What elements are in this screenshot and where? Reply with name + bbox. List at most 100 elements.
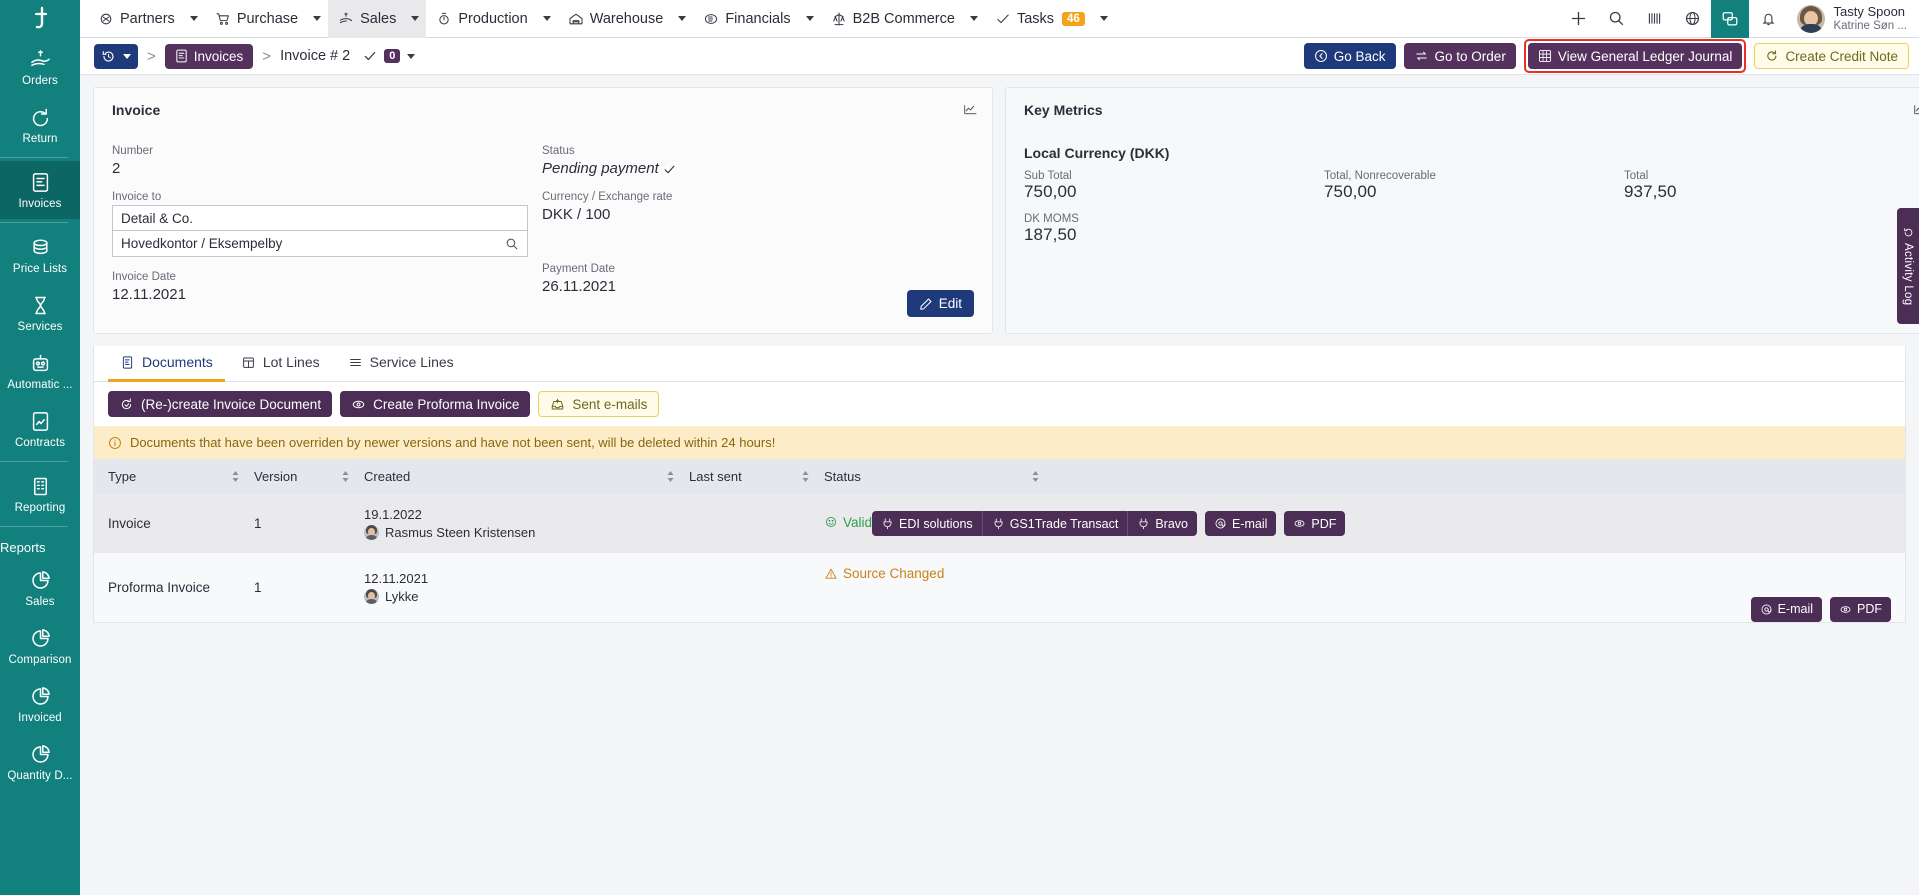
column-header-version[interactable]: Version [254, 459, 364, 494]
history-dropdown-button[interactable] [94, 43, 138, 69]
user-name: Tasty Spoon [1833, 3, 1906, 19]
table-row[interactable]: Proforma Invoice 1 12.11.2021 Lykke Sour… [94, 553, 1905, 622]
button-bravo[interactable]: Bravo [1128, 511, 1197, 536]
status-text: Valid [843, 514, 873, 530]
chart-icon[interactable] [1913, 102, 1919, 117]
avatar [364, 588, 379, 604]
globe-icon[interactable] [1673, 0, 1711, 38]
sort-icon[interactable] [341, 470, 350, 483]
menu-caret-partners[interactable] [183, 0, 205, 38]
sidebar-divider [0, 157, 68, 158]
integration-button-group: EDI solutions GS1Trade Transact Bravo [872, 511, 1197, 536]
button-sent-e-mails[interactable]: Sent e-mails [538, 391, 660, 417]
breadcrumb-item-invoices[interactable]: Invoices [164, 43, 254, 69]
button-e-mail[interactable]: E-mail [1750, 596, 1822, 622]
plug-icon [992, 517, 1005, 530]
button-pdf[interactable]: PDF [1284, 511, 1346, 536]
metric-label: Sub Total [1024, 170, 1072, 182]
invoice-to-address-field[interactable]: Hovedkontor / Eksempelby [112, 231, 528, 257]
create-credit-note-button[interactable]: Create Credit Note [1754, 43, 1909, 69]
row-action-buttons: EDI solutions GS1Trade Transact Bravo E-… [872, 511, 1359, 536]
invoice-to-company-value: Detail & Co. [121, 210, 194, 226]
menu-item-purchase[interactable]: Purchase [205, 0, 306, 38]
user-menu[interactable]: Tasty Spoon Katrine Søn ... [1787, 3, 1913, 33]
sidebar-item-sales[interactable]: Sales [0, 559, 80, 617]
sort-icon[interactable] [801, 470, 810, 483]
sort-icon[interactable] [231, 470, 240, 483]
go-back-button[interactable]: Go Back [1303, 43, 1396, 69]
column-header-status[interactable]: Status [824, 459, 1905, 494]
menu-caret-warehouse[interactable] [671, 0, 693, 38]
sort-icon[interactable] [666, 470, 675, 483]
sidebar-item-automatic[interactable]: Automatic ... [0, 342, 80, 400]
menu-item-financials[interactable]: Financials [693, 0, 798, 38]
breadcrumb-separator-1: > [147, 47, 156, 65]
tab-documents[interactable]: Documents [108, 346, 225, 382]
tab-label: Service Lines [369, 354, 454, 370]
chat-icon[interactable] [1711, 0, 1750, 38]
menu-item-production[interactable]: Production [426, 0, 535, 38]
sidebar-item-invoices[interactable]: Invoices [0, 161, 80, 219]
button-create-proforma-invoice[interactable]: Create Proforma Invoice [340, 391, 531, 417]
go-to-order-button[interactable]: Go to Order [1403, 43, 1516, 69]
menu-caret-purchase[interactable] [306, 0, 328, 38]
breadcrumb-label-invoices: Invoices [193, 48, 244, 64]
menu-caret-b2b-commerce[interactable] [963, 0, 985, 38]
sidebar-item-orders[interactable]: Orders [0, 38, 80, 96]
column-header-last-sent[interactable]: Last sent [689, 459, 824, 494]
breadcrumb-status-group[interactable]: 0 [363, 49, 416, 63]
search-icon[interactable] [505, 237, 519, 251]
plus-icon[interactable] [1559, 0, 1597, 38]
column-header-type[interactable]: Type [94, 459, 254, 494]
menu-item-partners[interactable]: Partners [88, 0, 183, 38]
menu-item-warehouse[interactable]: Warehouse [558, 0, 672, 38]
barcode-icon[interactable] [1635, 0, 1673, 38]
sidebar-item-reporting[interactable]: Reporting [0, 465, 80, 523]
table-row[interactable]: Invoice 1 19.1.2022 Rasmus Steen Kristen… [94, 494, 1905, 553]
edit-button[interactable]: Edit [906, 290, 974, 317]
created-user: Rasmus Steen Kristensen [364, 525, 689, 540]
button-edi-solutions[interactable]: EDI solutions [872, 511, 983, 536]
menu-item-b2b-commerce[interactable]: B2B Commerce [821, 0, 963, 38]
sort-icon[interactable] [1031, 470, 1040, 483]
recreate-icon [119, 397, 134, 412]
button-re-create-invoice-document[interactable]: (Re-)create Invoice Document [108, 391, 333, 417]
button-label: PDF [1857, 602, 1882, 616]
chart-icon[interactable] [963, 102, 978, 117]
button-gs1trade-transact[interactable]: GS1Trade Transact [982, 511, 1129, 536]
column-header-created[interactable]: Created [364, 459, 689, 494]
sidebar-item-quantity-d[interactable]: Quantity D... [0, 733, 80, 791]
currency-value: DKK / 100 [542, 206, 611, 223]
view-gl-journal-label: View General Ledger Journal [1557, 48, 1733, 64]
tab-action-buttons: (Re-)create Invoice Document Create Prof… [94, 382, 1905, 426]
sidebar-item-label: Comparison [8, 654, 72, 666]
sidebar-item-return[interactable]: Return [0, 96, 80, 154]
chevron-down-icon[interactable] [407, 53, 416, 59]
sidebar-item-comparison[interactable]: Comparison [0, 617, 80, 675]
sidebar-item-services[interactable]: Services [0, 284, 80, 342]
tab-service-lines[interactable]: Service Lines [336, 346, 466, 382]
metric-value: 187,50 [1024, 225, 1077, 244]
invoice-to-label: Invoice to [112, 191, 162, 203]
check-icon [995, 11, 1011, 27]
cell-last-sent [689, 511, 824, 537]
sidebar-item-contracts[interactable]: Contracts [0, 400, 80, 458]
menu-item-sales[interactable]: Sales [328, 0, 405, 38]
activity-log-tab[interactable]: Activity Log [1897, 208, 1919, 324]
menu-caret-tasks[interactable] [1093, 0, 1115, 38]
tab-lot-lines[interactable]: Lot Lines [229, 346, 332, 382]
invoice-to-company-field[interactable]: Detail & Co. [112, 205, 528, 231]
button-e-mail[interactable]: E-mail [1204, 511, 1277, 536]
app-logo[interactable] [0, 0, 80, 38]
sidebar-item-invoiced[interactable]: Invoiced [0, 675, 80, 733]
bell-icon[interactable] [1749, 0, 1787, 38]
view-general-ledger-journal-button[interactable]: View General Ledger Journal [1527, 43, 1743, 69]
sidebar-item-price-lists[interactable]: Price Lists [0, 226, 80, 284]
menu-caret-sales[interactable] [404, 0, 427, 38]
button-pdf[interactable]: PDF [1830, 596, 1891, 622]
search-icon[interactable] [1597, 0, 1635, 38]
menu-caret-production[interactable] [536, 0, 558, 38]
menu-caret-financials[interactable] [799, 0, 821, 38]
pie-chart-icon [28, 742, 52, 766]
menu-item-tasks[interactable]: Tasks 46 [985, 0, 1093, 38]
